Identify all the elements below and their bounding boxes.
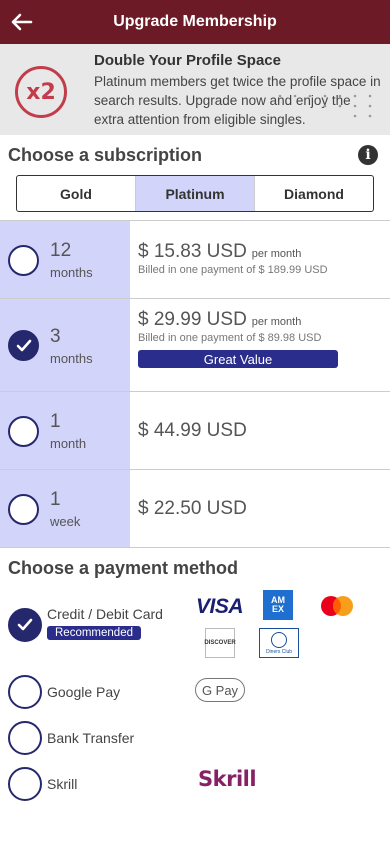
plan-price: $ 15.83 USD [138, 241, 247, 262]
payment-title: Choose a payment method [8, 558, 239, 578]
checkmark-icon [16, 339, 31, 351]
plan-option-12-months[interactable]: 12 months $ 15.83 USD per month Billed i… [0, 221, 390, 299]
promo-banner: x2 Double Your Profile Space Platinum me… [0, 44, 390, 135]
tier-tabs: Gold Platinum Diamond [16, 175, 374, 212]
payment-label: Bank Transfer [47, 730, 135, 746]
plan-radio[interactable] [8, 245, 39, 276]
back-arrow-icon [11, 13, 33, 31]
plan-duration-unit: months [50, 265, 93, 280]
payment-option-skrill[interactable]: Skrill [8, 767, 77, 801]
plan-duration-unit: month [50, 436, 87, 451]
x2-badge-icon: x2 [15, 66, 67, 118]
payment-option-card[interactable]: Credit / Debit Card Recommended [8, 605, 163, 642]
tab-diamond[interactable]: Diamond [255, 176, 373, 211]
decorative-dots [278, 94, 372, 118]
visa-logo-icon: VISA [196, 595, 244, 618]
plan-price: $ 29.99 USD [138, 309, 247, 330]
payment-label: Credit / Debit Card [47, 605, 163, 622]
plan-price: $ 44.99 USD [138, 420, 247, 441]
discover-logo-icon: DISCOVER [204, 628, 236, 658]
plan-duration-unit: week [50, 514, 81, 529]
payment-radio[interactable] [8, 767, 42, 801]
plan-billing-note: Billed in one payment of $ 89.98 USD [138, 332, 322, 344]
google-pay-logo-icon: G Pay [195, 678, 245, 702]
back-button[interactable] [6, 6, 38, 38]
payment-label: Skrill [47, 776, 78, 792]
plan-duration-number: 1 [50, 411, 61, 432]
top-bar: Upgrade Membership [0, 0, 390, 44]
info-icon[interactable]: i [358, 145, 378, 165]
plan-price: $ 22.50 USD [138, 498, 247, 519]
plan-radio[interactable] [8, 494, 39, 525]
payment-option-google-pay[interactable]: Google Pay [8, 675, 120, 709]
skrill-logo-icon: Skrill [198, 767, 257, 791]
tab-gold[interactable]: Gold [17, 176, 136, 211]
plan-price-period: per month [251, 248, 302, 260]
payment-radio[interactable] [8, 721, 42, 755]
payment-radio-checked[interactable] [8, 608, 42, 642]
mastercard-logo-icon [321, 596, 353, 616]
amex-logo-icon: AM EX [263, 590, 293, 620]
tab-platinum[interactable]: Platinum [136, 176, 255, 211]
page-title: Upgrade Membership [113, 13, 277, 30]
payment-label: Google Pay [47, 684, 121, 700]
subscription-title: Choose a subscription [8, 144, 203, 165]
payment-option-bank-transfer[interactable]: Bank Transfer [8, 721, 134, 755]
plan-option-1-month[interactable]: 1 month $ 44.99 USD [0, 392, 390, 470]
plan-duration-number: 3 [50, 326, 61, 347]
checkmark-icon [17, 618, 33, 631]
plan-radio[interactable] [8, 416, 39, 447]
plan-duration-unit: months [50, 351, 93, 366]
plan-radio-checked[interactable] [8, 330, 39, 361]
diners-club-logo-icon: Diners Club [259, 628, 299, 658]
subscription-header: Choose a subscription i [0, 135, 390, 175]
plan-option-3-months[interactable]: 3 months $ 29.99 USD per month Billed in… [0, 299, 390, 392]
plan-list: 12 months $ 15.83 USD per month Billed i… [0, 220, 390, 548]
great-value-badge: Great Value [138, 350, 338, 368]
plan-duration-number: 1 [50, 489, 61, 510]
plan-billing-note: Billed in one payment of $ 189.99 USD [138, 264, 328, 276]
promo-title: Double Your Profile Space [94, 52, 281, 69]
plan-price-period: per month [251, 316, 302, 328]
plan-option-1-week[interactable]: 1 week $ 22.50 USD [0, 470, 390, 548]
plan-duration-number: 12 [50, 240, 72, 261]
recommended-badge: Recommended [47, 625, 141, 640]
payment-radio[interactable] [8, 675, 42, 709]
